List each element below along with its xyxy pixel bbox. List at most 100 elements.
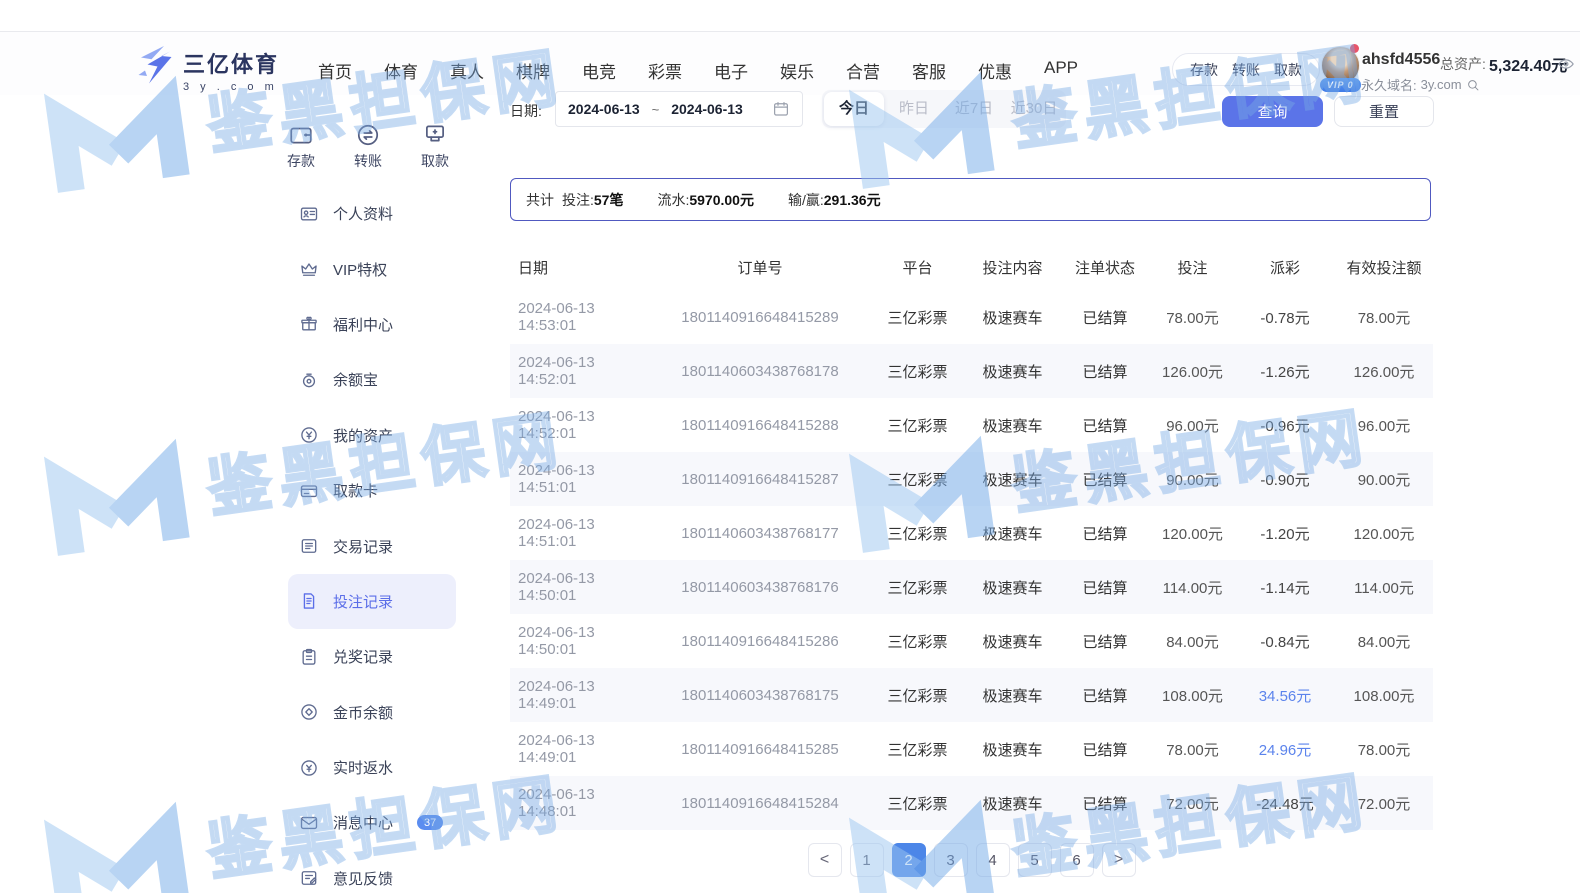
- pagination-prev[interactable]: <: [808, 843, 842, 877]
- quick-filter-近7日[interactable]: 近7日: [944, 92, 1004, 126]
- row-platform: 三亿彩票: [870, 307, 965, 328]
- nav-item-APP[interactable]: APP: [1044, 58, 1078, 83]
- wallet-action-转账[interactable]: 转账: [1232, 60, 1260, 80]
- row-content: 极速赛车: [965, 739, 1060, 760]
- column-header-平台: 平台: [870, 257, 965, 278]
- quick-存款[interactable]: 存款: [272, 122, 330, 171]
- nav-item-棋牌[interactable]: 棋牌: [516, 58, 550, 83]
- search-icon[interactable]: [1466, 78, 1480, 92]
- pagination-page-3[interactable]: 3: [934, 843, 968, 877]
- sidebar-item-兑奖记录[interactable]: 兑奖记录: [288, 629, 456, 684]
- row-date: 2024-06-13 14:49:01: [510, 732, 650, 766]
- sidebar-menu: 个人资料VIP特权福利中心余额宝我的资产取款卡交易记录投注记录兑奖记录金币余额实…: [288, 186, 456, 893]
- row-bet: 90.00元: [1150, 469, 1235, 490]
- quick-filter-昨日[interactable]: 昨日: [884, 92, 944, 126]
- row-payout: 34.56元: [1235, 685, 1335, 706]
- row-content: 极速赛车: [965, 685, 1060, 706]
- row-payout: -1.14元: [1235, 577, 1335, 598]
- pagination-page-5[interactable]: 5: [1018, 843, 1052, 877]
- table-row: 2024-06-13 14:49:011801140603438768175三亿…: [510, 668, 1433, 722]
- summary-prefix: 共计: [526, 190, 554, 210]
- table-row: 2024-06-13 14:49:011801140916648415285三亿…: [510, 722, 1433, 776]
- quick-转账[interactable]: 转账: [339, 122, 397, 171]
- row-order: 1801140603438768175: [650, 687, 870, 704]
- sidebar-item-福利中心[interactable]: 福利中心: [288, 297, 456, 352]
- summary-winloss-value: 291.36元: [824, 192, 881, 208]
- unread-badge: 37: [417, 815, 443, 830]
- pagination-page-4[interactable]: 4: [976, 843, 1010, 877]
- summary-turnover-label: 流水:: [657, 192, 689, 208]
- sidebar-quick-actions: 存款转账取款: [272, 122, 464, 171]
- search-button[interactable]: 查询: [1222, 96, 1323, 127]
- sidebar-item-label: 兑奖记录: [333, 646, 393, 667]
- sidebar-item-实时返水[interactable]: 实时返水: [288, 740, 456, 795]
- pagination-next[interactable]: >: [1102, 843, 1136, 877]
- sidebar-item-消息中心[interactable]: 消息中心37: [288, 795, 456, 850]
- mail-icon: [299, 813, 319, 833]
- date-quick-filters: 今日昨日近7日近30日: [822, 90, 1066, 128]
- row-valid: 120.00元: [1335, 523, 1433, 544]
- quick-filter-近30日[interactable]: 近30日: [1004, 92, 1064, 126]
- row-platform: 三亿彩票: [870, 523, 965, 544]
- table-header-row: 日期订单号平台投注内容注单状态投注派彩有效投注额: [510, 245, 1433, 290]
- reset-button[interactable]: 重置: [1334, 96, 1434, 127]
- sidebar-item-交易记录[interactable]: 交易记录: [288, 518, 456, 573]
- table-row: 2024-06-13 14:53:011801140916648415289三亿…: [510, 290, 1433, 344]
- sidebar-item-label: 我的资产: [333, 425, 393, 446]
- nav-item-合营[interactable]: 合营: [846, 58, 880, 83]
- row-status: 已结算: [1060, 793, 1150, 814]
- total-assets-value: 5,324.40元: [1489, 52, 1567, 76]
- row-platform: 三亿彩票: [870, 577, 965, 598]
- quick-取款[interactable]: 取款: [406, 122, 464, 171]
- quick-filter-今日[interactable]: 今日: [824, 92, 884, 126]
- coin-icon: [299, 370, 319, 390]
- wallet-action-取款[interactable]: 取款: [1274, 60, 1302, 80]
- pagination-page-6[interactable]: 6: [1060, 843, 1094, 877]
- table-row: 2024-06-13 14:52:011801140916648415288三亿…: [510, 398, 1433, 452]
- sidebar-item-label: 交易记录: [333, 536, 393, 557]
- pagination-page-1[interactable]: 1: [850, 843, 884, 877]
- goldcoin-icon: [299, 702, 319, 722]
- sidebar-item-个人资料[interactable]: 个人资料: [288, 186, 456, 241]
- nav-item-客服[interactable]: 客服: [912, 58, 946, 83]
- nav-item-真人[interactable]: 真人: [450, 58, 484, 83]
- sidebar-item-投注记录[interactable]: 投注记录: [288, 574, 456, 629]
- row-payout: -24.48元: [1235, 793, 1335, 814]
- nav-item-娱乐[interactable]: 娱乐: [780, 58, 814, 83]
- table-row: 2024-06-13 14:48:011801140916648415284三亿…: [510, 776, 1433, 830]
- idcard-icon: [299, 204, 319, 224]
- nav-item-体育[interactable]: 体育: [384, 58, 418, 83]
- nav-item-彩票[interactable]: 彩票: [648, 58, 682, 83]
- pagination-page-2[interactable]: 2: [892, 843, 926, 877]
- site-logo[interactable]: 三亿体育 3 y . c o m: [135, 45, 279, 94]
- bet-records-table: 日期订单号平台投注内容注单状态投注派彩有效投注额 2024-06-13 14:5…: [510, 245, 1433, 830]
- row-content: 极速赛车: [965, 793, 1060, 814]
- avatar-status-dot: [1350, 44, 1359, 53]
- row-bet: 72.00元: [1150, 793, 1235, 814]
- row-date: 2024-06-13 14:49:01: [510, 678, 650, 712]
- sidebar-item-我的资产[interactable]: 我的资产: [288, 408, 456, 463]
- row-platform: 三亿彩票: [870, 631, 965, 652]
- sidebar-item-取款卡[interactable]: 取款卡: [288, 463, 456, 518]
- nav-item-电竞[interactable]: 电竞: [582, 58, 616, 83]
- row-content: 极速赛车: [965, 469, 1060, 490]
- eye-icon[interactable]: [1557, 55, 1575, 78]
- calendar-icon: [772, 100, 790, 118]
- row-status: 已结算: [1060, 415, 1150, 436]
- nav-item-优惠[interactable]: 优惠: [978, 58, 1012, 83]
- wallet-action-存款[interactable]: 存款: [1190, 60, 1218, 80]
- date-range-input[interactable]: 2024-06-13 ~ 2024-06-13: [555, 91, 803, 127]
- nav-item-首页[interactable]: 首页: [318, 58, 352, 83]
- sidebar-item-余额宝[interactable]: 余额宝: [288, 352, 456, 407]
- sidebar-item-意见反馈[interactable]: 意见反馈: [288, 851, 456, 893]
- username: ahsfd4556: [1362, 51, 1440, 69]
- row-bet: 78.00元: [1150, 307, 1235, 328]
- nav-item-电子[interactable]: 电子: [714, 58, 748, 83]
- sidebar-item-金币余额[interactable]: 金币余额: [288, 685, 456, 740]
- summary-turnover-value: 5970.00元: [689, 192, 754, 208]
- sidebar-item-VIP特权[interactable]: VIP特权: [288, 241, 456, 296]
- row-bet: 126.00元: [1150, 361, 1235, 382]
- row-valid: 78.00元: [1335, 307, 1433, 328]
- row-date: 2024-06-13 14:53:01: [510, 300, 650, 334]
- row-date: 2024-06-13 14:51:01: [510, 516, 650, 550]
